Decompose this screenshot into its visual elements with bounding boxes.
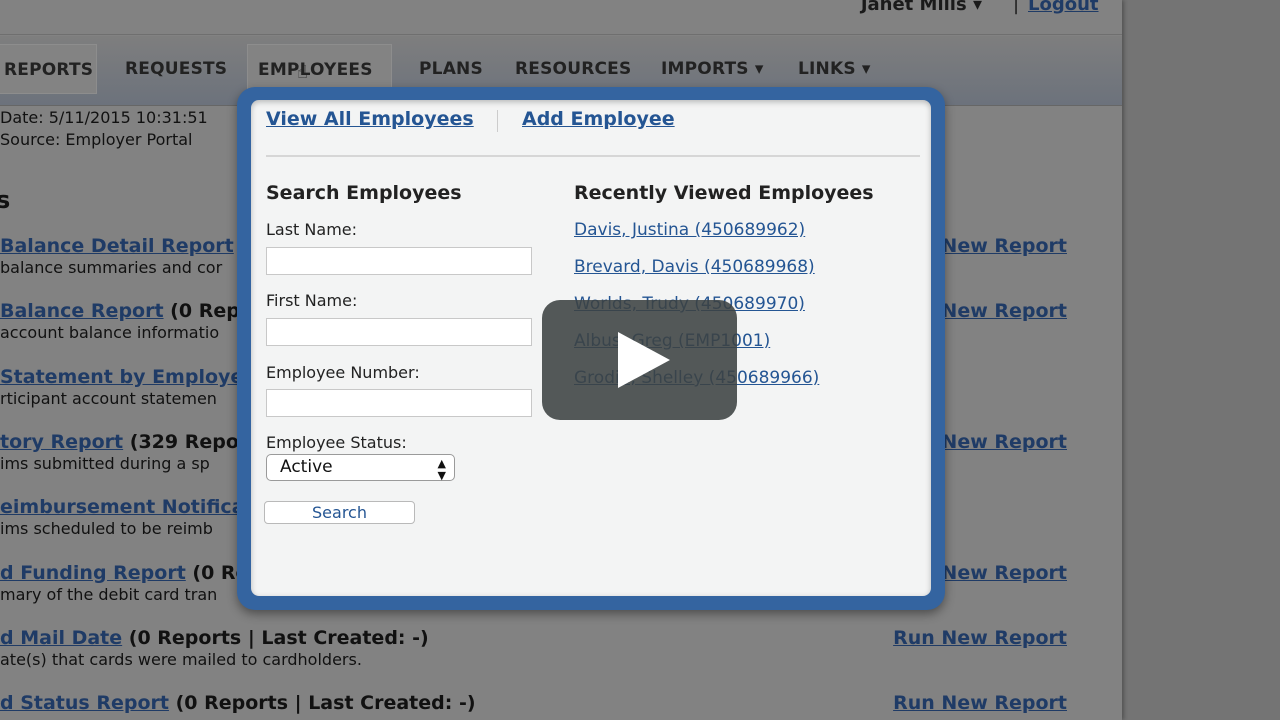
report-title-link[interactable]: Statement by Employer [0, 366, 253, 388]
run-new-report-link[interactable]: New Report [941, 235, 1067, 257]
report-description: ims scheduled to be reimb [0, 519, 213, 539]
employee-status-select[interactable]: Active ▲ ▼ [266, 454, 455, 482]
report-title-link[interactable]: Balance Detail Report [0, 235, 234, 257]
employee-number-label: Employee Number: [266, 363, 420, 382]
nav-requests[interactable]: REQUESTS [125, 44, 227, 94]
logout-link[interactable]: Logout [1028, 0, 1099, 15]
run-new-report-link[interactable]: New Report [941, 562, 1067, 584]
search-button[interactable]: Search [264, 501, 415, 524]
report-description: ate(s) that cards were mailed to cardhol… [0, 649, 362, 669]
report-row: tory Report (329 Repor ims submitted duri… [0, 431, 248, 473]
report-description: ims submitted during a sp [0, 453, 210, 473]
play-icon [618, 332, 670, 388]
report-count: (0 Reports | Last Created: -) [168, 692, 476, 715]
recent-employee-link[interactable]: Brevard, Davis (450689968) [574, 257, 815, 277]
select-arrows-icon: ▲ ▼ [437, 457, 446, 482]
employee-number-input[interactable] [266, 389, 532, 417]
recent-employee-link[interactable]: Davis, Justina (450689962) [574, 220, 805, 240]
report-title-link[interactable]: Balance Report [0, 300, 164, 322]
report-row: d Status Report (0 Reports | Last Create… [0, 692, 476, 715]
section-title: s [0, 186, 11, 214]
search-employees-heading: Search Employees [266, 182, 462, 204]
report-row: d Funding Report (0 Re mary of the debit … [0, 562, 248, 604]
report-source: Source: Employer Portal [0, 130, 193, 149]
first-name-label: First Name: [266, 291, 358, 310]
run-new-report-link[interactable]: New Report [941, 300, 1067, 322]
report-description: rticipant account statemen [0, 388, 217, 408]
last-name-input[interactable] [266, 247, 532, 275]
report-title-link[interactable]: d Mail Date [0, 627, 122, 649]
nav-reports[interactable]: REPORTS [0, 44, 97, 94]
separator: | [1013, 0, 1020, 15]
last-name-label: Last Name: [266, 220, 358, 239]
video-play-button[interactable] [542, 300, 737, 420]
divider [266, 155, 920, 157]
report-row: eimbursement Notificat ims scheduled to b… [0, 496, 254, 538]
report-row: d Mail Date (0 Reports | Last Created: -… [0, 627, 429, 669]
report-description: mary of the debit card tran [0, 584, 218, 604]
add-employee-link[interactable]: Add Employee [522, 108, 675, 130]
employee-status-label: Employee Status: [266, 433, 407, 452]
report-row: Balance Detail Report (1balance summarie… [0, 235, 262, 277]
link-divider [497, 110, 498, 132]
run-new-report-link[interactable]: New Report [941, 431, 1067, 453]
run-new-report-link[interactable]: Run New Report [893, 692, 1067, 714]
report-row: Statement by Employer rticipant account s… [0, 366, 253, 408]
hand-cursor-icon: ☝ [297, 62, 308, 83]
report-title-link[interactable]: d Status Report [0, 692, 169, 714]
report-date: Date: 5/11/2015 10:31:51 [0, 108, 208, 127]
first-name-input[interactable] [266, 318, 532, 346]
report-count: (329 Repor [123, 430, 249, 453]
report-title-link[interactable]: tory Report [0, 431, 123, 453]
report-description: account balance informatio [0, 323, 220, 343]
user-menu[interactable]: Janet Mills ▾ [861, 0, 982, 15]
report-title-link[interactable]: eimbursement Notificat [0, 496, 254, 518]
report-title-link[interactable]: d Funding Report [0, 562, 186, 584]
run-new-report-link[interactable]: Run New Report [893, 627, 1067, 649]
report-count: (0 Reports | Last Created: -) [122, 626, 429, 649]
report-row: Balance Report (0 Repor account balance i… [0, 300, 262, 342]
top-bar: Janet Mills ▾ | Logout [0, 0, 1122, 35]
report-description: balance summaries and cor [0, 258, 223, 277]
recently-viewed-heading: Recently Viewed Employees [574, 182, 874, 204]
view-all-employees-link[interactable]: View All Employees [266, 108, 474, 130]
status-value: Active [280, 457, 333, 477]
